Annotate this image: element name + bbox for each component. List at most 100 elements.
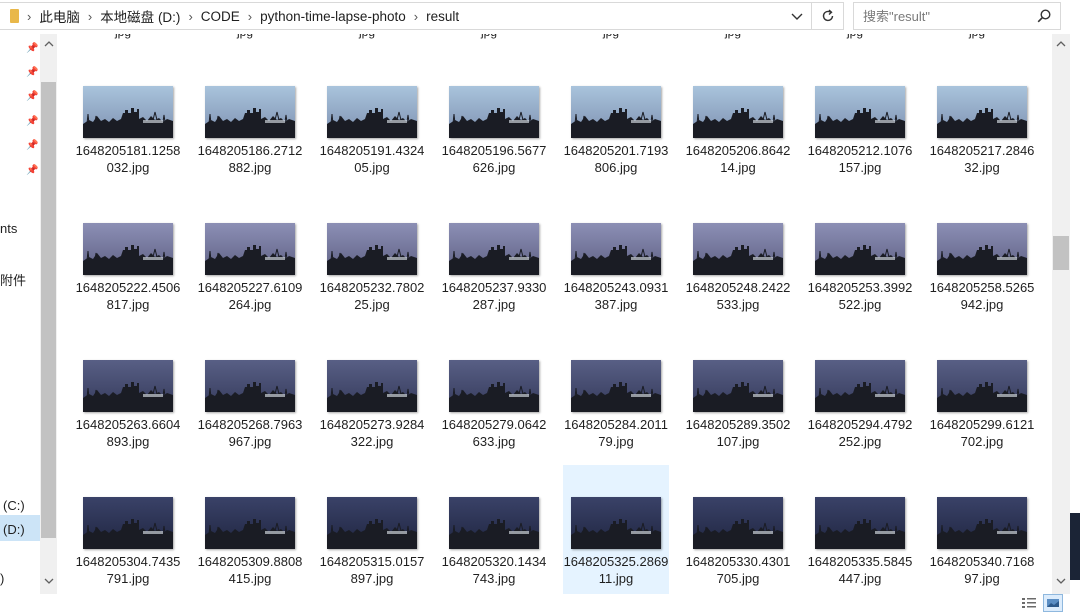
file-item[interactable]: 1648205181.1258032.jpg: [75, 54, 181, 190]
file-name: 1648205191.432405.jpg: [319, 143, 425, 175]
file-label-cutoff: jpg: [359, 34, 375, 39]
vertical-scrollbar-thumb[interactable]: [1053, 236, 1069, 270]
file-item[interactable]: 1648205273.9284322.jpg: [319, 328, 425, 464]
file-thumbnail: [571, 360, 661, 412]
file-grid: jpg jpg jpg jpg jpg jpg jpg jpg 1648205181.12580…: [57, 34, 1052, 594]
nav-scrollbar-thumb[interactable]: [41, 82, 56, 538]
nav-item-attachments[interactable]: 附件: [0, 270, 26, 289]
chevron-right-icon[interactable]: ›: [188, 9, 192, 24]
file-label-cutoff: jpg: [725, 34, 741, 39]
search-box[interactable]: [853, 2, 1061, 30]
breadcrumb-result[interactable]: result: [426, 9, 459, 24]
file-thumbnail: [83, 86, 173, 138]
pin-icon[interactable]: 📌: [26, 141, 38, 151]
chevron-down-icon[interactable]: [791, 8, 803, 27]
file-thumbnail: [693, 86, 783, 138]
file-item[interactable]: 1648205222.4506817.jpg: [75, 191, 181, 327]
breadcrumb-code[interactable]: CODE: [201, 9, 240, 24]
file-name: 1648205273.9284322.jpg: [319, 417, 425, 449]
file-name: 1648205186.2712882.jpg: [197, 143, 303, 175]
file-item[interactable]: 1648205330.4301705.jpg: [685, 465, 791, 594]
file-item[interactable]: 1648205237.9330287.jpg: [441, 191, 547, 327]
file-name: 1648205196.5677626.jpg: [441, 143, 547, 175]
file-item[interactable]: 1648205217.284632.jpg: [929, 54, 1035, 190]
refresh-button[interactable]: [812, 2, 844, 30]
nav-item-drive-c[interactable]: (C:): [3, 498, 25, 513]
pin-icon[interactable]: 📌: [26, 92, 38, 102]
details-view-icon[interactable]: [1021, 596, 1037, 610]
search-icon[interactable]: [1036, 8, 1052, 24]
file-item[interactable]: 1648205309.8808415.jpg: [197, 465, 303, 594]
scroll-up-icon[interactable]: [1052, 37, 1070, 55]
file-label-cutoff: jpg: [969, 34, 985, 39]
file-item[interactable]: 1648205299.6121702.jpg: [929, 328, 1035, 464]
file-name: 1648205258.5265942.jpg: [929, 280, 1035, 312]
scroll-down-icon[interactable]: [41, 575, 56, 591]
file-item[interactable]: 1648205289.3502107.jpg: [685, 328, 791, 464]
pin-icon[interactable]: 📌: [26, 166, 38, 176]
file-item[interactable]: 1648205243.0931387.jpg: [563, 191, 669, 327]
file-name: 1648205212.1076157.jpg: [807, 143, 913, 175]
file-item[interactable]: 1648205258.5265942.jpg: [929, 191, 1035, 327]
chevron-right-icon[interactable]: ›: [248, 9, 252, 24]
breadcrumb-drive-d[interactable]: 本地磁盘 (D:): [100, 6, 180, 26]
file-name: 1648205284.201179.jpg: [564, 417, 668, 449]
file-name: 1648205335.5845447.jpg: [807, 554, 913, 586]
pin-icon[interactable]: 📌: [26, 44, 38, 54]
file-name: 1648205299.6121702.jpg: [929, 417, 1035, 449]
pin-icon[interactable]: 📌: [26, 117, 38, 127]
file-item[interactable]: 1648205191.432405.jpg: [319, 54, 425, 190]
file-item[interactable]: 1648205294.4792252.jpg: [807, 328, 913, 464]
nav-item-partial[interactable]: ): [0, 571, 4, 586]
file-item[interactable]: 1648205335.5845447.jpg: [807, 465, 913, 594]
file-item[interactable]: 1648205320.1434743.jpg: [441, 465, 547, 594]
file-thumbnail: [815, 86, 905, 138]
file-thumbnail: [327, 497, 417, 549]
file-item[interactable]: 1648205201.7193806.jpg: [563, 54, 669, 190]
file-name: 1648205268.7963967.jpg: [197, 417, 303, 449]
chevron-right-icon[interactable]: ›: [88, 9, 92, 24]
file-item[interactable]: 1648205196.5677626.jpg: [441, 54, 547, 190]
search-input[interactable]: [861, 7, 1035, 25]
file-thumbnail: [83, 360, 173, 412]
file-name: 1648205304.7435791.jpg: [75, 554, 181, 586]
file-item[interactable]: 1648205263.6604893.jpg: [75, 328, 181, 464]
file-item[interactable]: 1648205227.6109264.jpg: [197, 191, 303, 327]
chevron-right-icon[interactable]: ›: [27, 9, 31, 24]
file-name: 1648205243.0931387.jpg: [563, 280, 669, 312]
breadcrumb-project[interactable]: python-time-lapse-photo: [260, 9, 406, 24]
nav-item-drive-d[interactable]: (D:): [3, 522, 25, 537]
file-item[interactable]: 1648205268.7963967.jpg: [197, 328, 303, 464]
file-thumbnail: [83, 497, 173, 549]
file-thumbnail: [815, 497, 905, 549]
file-name: 1648205279.0642633.jpg: [441, 417, 547, 449]
file-thumbnail: [693, 360, 783, 412]
file-item[interactable]: 1648205304.7435791.jpg: [75, 465, 181, 594]
nav-item-documents[interactable]: nts: [0, 221, 17, 236]
file-item[interactable]: 1648205248.2422533.jpg: [685, 191, 791, 327]
scroll-up-icon[interactable]: [41, 38, 56, 54]
file-name: 1648205222.4506817.jpg: [75, 280, 181, 312]
file-item[interactable]: 1648205279.0642633.jpg: [441, 328, 547, 464]
file-thumbnail: [327, 360, 417, 412]
file-item[interactable]: 1648205206.864214.jpg: [685, 54, 791, 190]
scroll-down-icon[interactable]: [1052, 574, 1070, 592]
file-item[interactable]: 1648205340.716897.jpg: [929, 465, 1035, 594]
file-item[interactable]: 1648205315.0157897.jpg: [319, 465, 425, 594]
file-item[interactable]: 1648205186.2712882.jpg: [197, 54, 303, 190]
chevron-right-icon[interactable]: ›: [414, 9, 418, 24]
file-name: 1648205237.9330287.jpg: [441, 280, 547, 312]
file-thumbnail: [693, 223, 783, 275]
file-name: 1648205289.3502107.jpg: [685, 417, 791, 449]
pin-icon[interactable]: 📌: [26, 68, 38, 78]
file-item[interactable]: 1648205284.201179.jpg: [563, 328, 669, 464]
file-item[interactable]: 1648205325.286911.jpg: [563, 465, 669, 594]
breadcrumb-this-pc[interactable]: 此电脑: [39, 6, 80, 26]
address-bar[interactable]: › 此电脑 › 本地磁盘 (D:) › CODE › python-time-l…: [0, 2, 812, 30]
file-item[interactable]: 1648205232.780225.jpg: [319, 191, 425, 327]
large-icons-view-button[interactable]: [1043, 594, 1063, 612]
file-name: 1648205232.780225.jpg: [319, 280, 425, 312]
file-item[interactable]: 1648205253.3992522.jpg: [807, 191, 913, 327]
vertical-scrollbar[interactable]: [1052, 34, 1070, 594]
file-item[interactable]: 1648205212.1076157.jpg: [807, 54, 913, 190]
